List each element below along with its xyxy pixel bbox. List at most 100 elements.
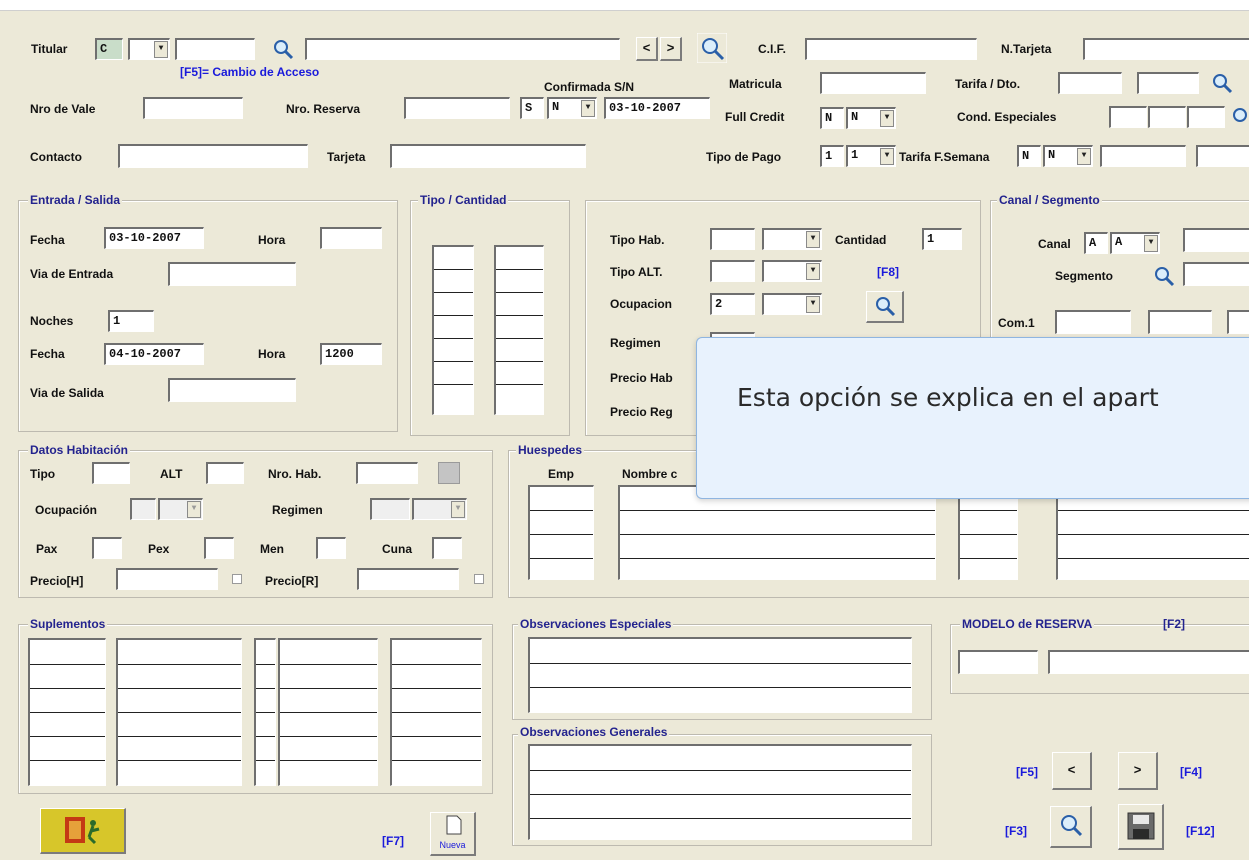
regimen-dh-input[interactable] xyxy=(370,498,410,520)
tarifa-fsemana-code-input[interactable]: N xyxy=(1017,145,1041,167)
confirmada-date-input[interactable]: 03-10-2007 xyxy=(604,97,710,119)
huespedes-nombre-list[interactable] xyxy=(618,485,936,580)
full-credit-code-input[interactable]: N xyxy=(820,107,844,129)
f8-search-button[interactable] xyxy=(866,291,904,323)
com1-input-1[interactable] xyxy=(1055,310,1131,334)
search-icon[interactable] xyxy=(1210,71,1234,95)
cond-especiales-input-1[interactable] xyxy=(1109,106,1147,128)
suplementos-col2[interactable] xyxy=(116,638,242,786)
confirmada-select[interactable]: N ▼ xyxy=(547,97,597,119)
huespedes-col4-list[interactable] xyxy=(1056,485,1249,580)
tipo-input[interactable] xyxy=(92,462,130,484)
titular-prev-button[interactable]: < xyxy=(636,37,658,61)
list-row xyxy=(530,534,593,535)
cuna-input[interactable] xyxy=(432,537,462,559)
observaciones-generales-input[interactable] xyxy=(528,744,912,840)
pax-input[interactable] xyxy=(92,537,122,559)
men-input[interactable] xyxy=(316,537,346,559)
search-record-button[interactable] xyxy=(1050,806,1092,848)
ocupacion-dh-select[interactable]: ▼ xyxy=(158,498,203,520)
titular-next-button[interactable]: > xyxy=(660,37,682,61)
matricula-input[interactable] xyxy=(820,72,926,94)
suplementos-col3[interactable] xyxy=(254,638,276,786)
ocupacion-dh-input[interactable] xyxy=(130,498,156,520)
nro-reserva-input[interactable] xyxy=(404,97,510,119)
suplementos-col5[interactable] xyxy=(390,638,482,786)
precio-h-checkbox[interactable] xyxy=(232,574,242,584)
ocupacion-select[interactable]: ▼ xyxy=(762,293,822,315)
dto-input[interactable] xyxy=(1137,72,1199,94)
titular-select[interactable]: ▼ xyxy=(128,38,170,60)
nro-vale-input[interactable] xyxy=(143,97,243,119)
via-entrada-input[interactable] xyxy=(168,262,296,286)
save-button[interactable] xyxy=(1118,804,1164,850)
next-record-button[interactable]: > xyxy=(1118,752,1158,790)
noches-input[interactable]: 1 xyxy=(108,310,154,332)
tarjeta-input[interactable] xyxy=(390,144,586,168)
tipo-alt-input[interactable] xyxy=(710,260,755,282)
via-salida-input[interactable] xyxy=(168,378,296,402)
tipo-alt-select[interactable]: ▼ xyxy=(762,260,822,282)
previous-record-button[interactable]: < xyxy=(1052,752,1092,790)
precio-r-input[interactable] xyxy=(357,568,459,590)
tarifa-input[interactable] xyxy=(1058,72,1122,94)
nro-hab-input[interactable] xyxy=(356,462,418,484)
cif-input[interactable] xyxy=(805,38,977,60)
com1-input-3[interactable] xyxy=(1227,310,1249,334)
titular-id-input[interactable] xyxy=(175,38,255,60)
precio-r-checkbox[interactable] xyxy=(474,574,484,584)
observaciones-especiales-input[interactable] xyxy=(528,637,912,713)
fecha-salida-input[interactable]: 04-10-2007 xyxy=(104,343,204,365)
list-row xyxy=(280,688,377,689)
segmento-input[interactable] xyxy=(1183,262,1249,286)
tipo-pago-select[interactable]: 1 ▼ xyxy=(846,145,896,167)
hora-entrada-input[interactable] xyxy=(320,227,382,249)
room-map-icon[interactable] xyxy=(438,462,460,484)
titular-name-input[interactable] xyxy=(305,38,620,60)
suplementos-col1[interactable] xyxy=(28,638,106,786)
tarifa-fsemana-input-1[interactable] xyxy=(1100,145,1186,167)
cond-especiales-input-2[interactable] xyxy=(1148,106,1186,128)
modelo-description-input[interactable] xyxy=(1048,650,1249,674)
huespedes-col3-list[interactable] xyxy=(958,485,1018,580)
ocupacion-input[interactable]: 2 xyxy=(710,293,755,315)
tipo-list[interactable] xyxy=(432,245,474,415)
cond-especiales-input-3[interactable] xyxy=(1187,106,1225,128)
precio-h-input[interactable] xyxy=(116,568,218,590)
cantidad-list[interactable] xyxy=(494,245,544,415)
fecha-entrada-input[interactable]: 03-10-2007 xyxy=(104,227,204,249)
cantidad-input[interactable]: 1 xyxy=(922,228,962,250)
regimen-dh-select[interactable]: ▼ xyxy=(412,498,467,520)
pex-input[interactable] xyxy=(204,537,234,559)
search-icon[interactable] xyxy=(1152,264,1176,288)
titular-code-input[interactable]: C xyxy=(95,38,123,60)
full-credit-select[interactable]: N ▼ xyxy=(846,107,896,129)
tipo-hab-select[interactable]: ▼ xyxy=(762,228,822,250)
matricula-label: Matricula xyxy=(729,77,782,91)
exit-button[interactable] xyxy=(40,808,126,854)
com1-input-2[interactable] xyxy=(1148,310,1212,334)
hora-salida-input[interactable]: 1200 xyxy=(320,343,382,365)
list-row xyxy=(960,558,1017,559)
canal-select[interactable]: A ▼ xyxy=(1110,232,1160,254)
search-icon[interactable] xyxy=(271,37,295,61)
search-icon[interactable] xyxy=(1230,105,1249,129)
canal-description-input[interactable] xyxy=(1183,228,1249,252)
tipo-hab-input[interactable] xyxy=(710,228,755,250)
list-row xyxy=(392,760,481,761)
alt-input[interactable] xyxy=(206,462,244,484)
huespedes-emp-list[interactable] xyxy=(528,485,594,580)
fecha-entrada-label: Fecha xyxy=(30,233,65,247)
search-icon[interactable] xyxy=(697,33,727,63)
modelo-code-input[interactable] xyxy=(958,650,1038,674)
tarifa-fsemana-select[interactable]: N ▼ xyxy=(1043,145,1093,167)
canal-code-input[interactable]: A xyxy=(1084,232,1108,254)
tipo-pago-code-input[interactable]: 1 xyxy=(820,145,844,167)
tarifa-fsemana-input-2[interactable] xyxy=(1196,145,1249,167)
contacto-input[interactable] xyxy=(118,144,308,168)
via-salida-label: Via de Salida xyxy=(30,386,104,400)
suplementos-col4[interactable] xyxy=(278,638,378,786)
confirmada-code-input[interactable]: S xyxy=(520,97,544,119)
ntarjeta-input[interactable] xyxy=(1083,38,1249,60)
nueva-button[interactable]: Nueva xyxy=(430,812,476,856)
